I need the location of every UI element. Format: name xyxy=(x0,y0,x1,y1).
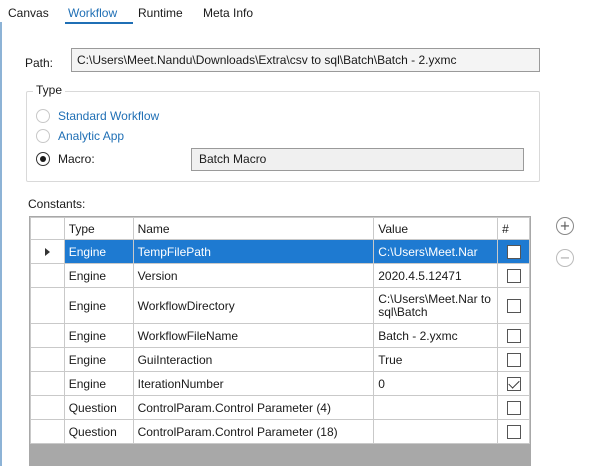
radio-label: Macro: xyxy=(58,152,95,166)
row-header[interactable] xyxy=(30,323,65,348)
checkbox[interactable] xyxy=(506,376,521,391)
cell-hash[interactable] xyxy=(497,395,530,420)
row-header[interactable] xyxy=(30,263,65,288)
column-header-type[interactable]: Type xyxy=(63,217,134,240)
cell-value[interactable]: 0 xyxy=(373,371,499,396)
cell-hash[interactable] xyxy=(497,323,530,348)
cell-value[interactable]: C:\Users\Meet.Nar xyxy=(373,239,499,264)
path-label: Path: xyxy=(25,56,54,70)
cell-type[interactable]: Question xyxy=(63,419,134,444)
cell-name[interactable]: ControlParam.Control Parameter (18) xyxy=(132,419,375,444)
checkbox[interactable] xyxy=(506,328,521,343)
checkbox[interactable] xyxy=(506,352,521,367)
column-header-hash[interactable]: # xyxy=(497,217,530,240)
table-row[interactable]: Engine WorkflowDirectory C:\Users\Meet.N… xyxy=(30,287,530,324)
cell-type[interactable]: Engine xyxy=(63,239,134,264)
cell-name[interactable]: GuiInteraction xyxy=(132,347,375,372)
radio-button[interactable] xyxy=(36,129,50,143)
row-header-corner xyxy=(30,217,65,240)
minus-circle-icon: − xyxy=(559,250,571,266)
checkbox[interactable] xyxy=(506,400,521,415)
cell-value[interactable]: True xyxy=(373,347,499,372)
checkbox[interactable] xyxy=(506,298,521,313)
cell-name[interactable]: WorkflowDirectory xyxy=(132,287,375,324)
cell-hash[interactable] xyxy=(497,239,530,264)
cell-name[interactable]: Version xyxy=(132,263,375,288)
row-header[interactable] xyxy=(30,419,65,444)
cell-hash[interactable] xyxy=(497,347,530,372)
constants-label: Constants: xyxy=(28,197,86,211)
tab-bar: Canvas Workflow Runtime Meta Info xyxy=(0,0,589,24)
cell-type[interactable]: Engine xyxy=(63,347,134,372)
checkbox[interactable] xyxy=(506,424,521,439)
radio-analytic-app[interactable]: Analytic App xyxy=(36,128,124,144)
cell-hash[interactable] xyxy=(497,371,530,396)
radio-label: Standard Workflow xyxy=(58,109,160,123)
cell-value[interactable] xyxy=(373,419,499,444)
constants-table: Type Name Value # Engine TempFilePath C:… xyxy=(30,217,530,444)
constants-grid: Type Name Value # Engine TempFilePath C:… xyxy=(29,216,531,466)
column-header-name[interactable]: Name xyxy=(132,217,375,240)
table-row[interactable]: Engine GuiInteraction True xyxy=(30,347,530,372)
cell-name[interactable]: ControlParam.Control Parameter (4) xyxy=(132,395,375,420)
radio-macro[interactable]: Macro: xyxy=(36,151,95,167)
cell-hash[interactable] xyxy=(497,263,530,288)
cell-value[interactable]: C:\Users\Meet.Nar to sql\Batch xyxy=(373,287,499,324)
cell-hash[interactable] xyxy=(497,419,530,444)
table-row[interactable]: Question ControlParam.Control Parameter … xyxy=(30,395,530,420)
table-row[interactable]: Question ControlParam.Control Parameter … xyxy=(30,419,530,444)
active-tab-indicator xyxy=(65,22,133,24)
radio-label: Analytic App xyxy=(58,129,125,143)
tab-meta-info[interactable]: Meta Info xyxy=(203,6,253,20)
remove-constant-button[interactable]: − xyxy=(556,249,574,267)
radio-standard-workflow[interactable]: Standard Workflow xyxy=(36,108,159,124)
current-row-arrow-icon xyxy=(44,247,50,256)
cell-value[interactable]: 2020.4.5.12471 xyxy=(373,263,499,288)
row-header[interactable] xyxy=(30,395,65,420)
cell-hash[interactable] xyxy=(497,287,530,324)
column-header-value[interactable]: Value xyxy=(373,217,499,240)
macro-type-field[interactable]: Batch Macro xyxy=(191,148,524,171)
cell-type[interactable]: Engine xyxy=(63,371,134,396)
checkbox[interactable] xyxy=(506,268,521,283)
row-header[interactable] xyxy=(30,347,65,372)
cell-name[interactable]: TempFilePath xyxy=(132,239,375,264)
row-header[interactable] xyxy=(30,371,65,396)
cell-type[interactable]: Engine xyxy=(63,287,134,324)
cell-type[interactable]: Question xyxy=(63,395,134,420)
table-row[interactable]: Engine TempFilePath C:\Users\Meet.Nar xyxy=(30,239,530,264)
tab-runtime[interactable]: Runtime xyxy=(138,6,183,20)
plus-circle-icon: + xyxy=(559,218,571,234)
table-row[interactable]: Engine Version 2020.4.5.12471 xyxy=(30,263,530,288)
table-row[interactable]: Engine IterationNumber 0 xyxy=(30,371,530,396)
radio-button[interactable] xyxy=(36,152,50,166)
tab-workflow[interactable]: Workflow xyxy=(68,6,117,20)
cell-value[interactable]: Batch - 2.yxmc xyxy=(373,323,499,348)
cell-type[interactable]: Engine xyxy=(63,263,134,288)
cell-type[interactable]: Engine xyxy=(63,323,134,348)
cell-value[interactable] xyxy=(373,395,499,420)
row-header[interactable] xyxy=(30,287,65,324)
row-header[interactable] xyxy=(30,239,65,264)
type-group-legend: Type xyxy=(33,83,66,97)
table-header-row: Type Name Value # xyxy=(30,217,530,240)
table-row[interactable]: Engine WorkflowFileName Batch - 2.yxmc xyxy=(30,323,530,348)
tab-canvas[interactable]: Canvas xyxy=(8,6,49,20)
path-field[interactable]: C:\Users\Meet.Nandu\Downloads\Extra\csv … xyxy=(71,48,540,72)
checkbox[interactable] xyxy=(506,244,521,259)
panel-left-border xyxy=(0,22,2,466)
radio-button[interactable] xyxy=(36,109,50,123)
cell-name[interactable]: WorkflowFileName xyxy=(132,323,375,348)
add-constant-button[interactable]: + xyxy=(556,217,574,235)
cell-name[interactable]: IterationNumber xyxy=(132,371,375,396)
